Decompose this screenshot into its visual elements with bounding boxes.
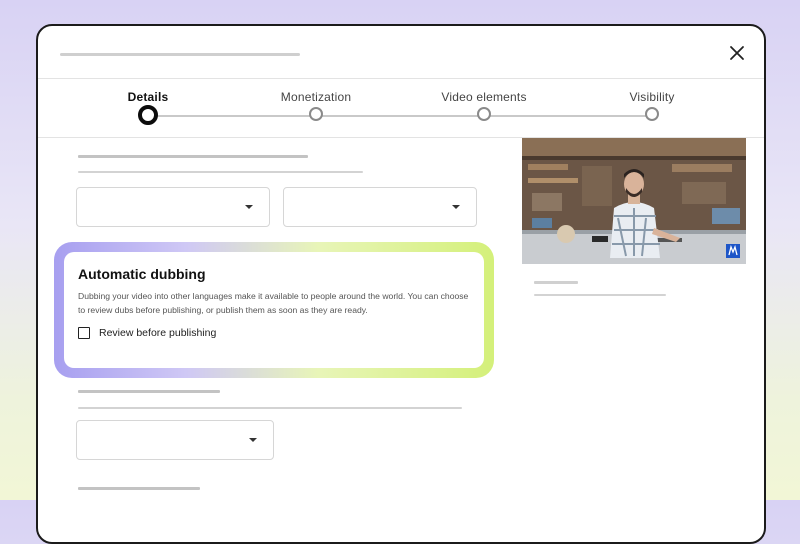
step-indicator [645, 107, 659, 121]
review-checkbox[interactable] [78, 327, 90, 339]
review-before-publishing-option[interactable]: Review before publishing [78, 327, 470, 339]
caret-down-icon [249, 438, 257, 442]
select-dropdown-1[interactable] [76, 187, 270, 227]
text-placeholder [78, 171, 363, 173]
text-placeholder [78, 155, 308, 158]
select-dropdown-3[interactable] [76, 420, 274, 460]
video-thumbnail[interactable] [522, 138, 746, 264]
step-label: Monetization [280, 90, 352, 104]
card-title: Automatic dubbing [78, 266, 206, 282]
stepper-track [148, 115, 653, 117]
caret-down-icon [452, 205, 460, 209]
text-placeholder [534, 294, 666, 296]
dialog-title-placeholder [60, 53, 300, 56]
checkbox-label: Review before publishing [99, 327, 217, 339]
step-monetization[interactable]: Monetization [256, 78, 376, 121]
step-video-elements[interactable]: Video elements [424, 78, 544, 121]
step-details[interactable]: Details [88, 78, 208, 125]
text-placeholder [78, 407, 462, 409]
video-frame-image [522, 138, 746, 264]
step-visibility[interactable]: Visibility [592, 78, 712, 121]
text-placeholder [534, 281, 578, 284]
card-description: Dubbing your video into other languages … [78, 291, 469, 315]
step-indicator [309, 107, 323, 121]
text-placeholder [78, 390, 220, 393]
text-placeholder [78, 487, 200, 490]
automatic-dubbing-card: Automatic dubbing Dubbing your video int… [64, 252, 484, 368]
step-label: Visibility [629, 90, 675, 104]
caret-down-icon [245, 205, 253, 209]
step-indicator [477, 107, 491, 121]
close-button[interactable] [726, 42, 748, 64]
step-label: Details [127, 90, 169, 104]
stepper: Details Monetization Video elements Visi… [38, 78, 764, 138]
step-label: Video elements [441, 90, 527, 104]
select-dropdown-2[interactable] [283, 187, 477, 227]
step-indicator-active [138, 105, 158, 125]
close-icon [730, 46, 744, 60]
upload-dialog: Details Monetization Video elements Visi… [36, 24, 766, 544]
